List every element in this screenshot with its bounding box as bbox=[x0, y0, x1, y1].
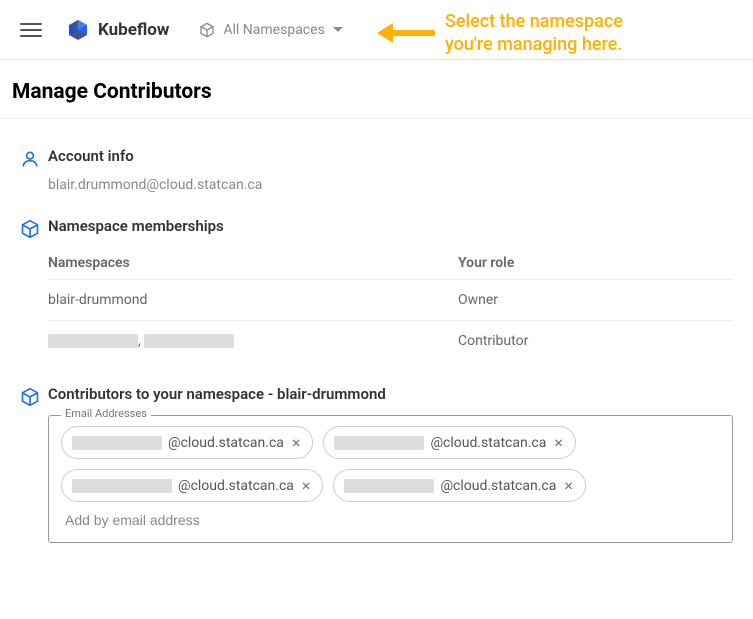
arrow-left-icon bbox=[375, 21, 435, 45]
page-title: Manage Contributors bbox=[0, 60, 753, 118]
cell-namespace: , bbox=[48, 333, 458, 349]
account-title: Account info bbox=[48, 147, 733, 165]
box-icon bbox=[20, 387, 40, 407]
top-bar: Kubeflow All Namespaces Select the names… bbox=[0, 0, 753, 60]
section-contributors: Contributors to your namespace - blair-d… bbox=[0, 377, 753, 559]
close-icon[interactable]: × bbox=[562, 476, 575, 495]
close-icon[interactable]: × bbox=[290, 433, 303, 452]
close-icon[interactable]: × bbox=[552, 433, 565, 452]
email-chip[interactable]: @cloud.statcan.ca × bbox=[61, 469, 323, 502]
email-domain: @cloud.statcan.ca bbox=[178, 478, 294, 494]
table-row: blair-drummondOwner bbox=[48, 279, 733, 320]
email-chip[interactable]: @cloud.statcan.ca × bbox=[333, 469, 585, 502]
col-header-role: Your role bbox=[458, 255, 733, 271]
brand[interactable]: Kubeflow bbox=[66, 18, 169, 42]
add-email-input[interactable] bbox=[61, 502, 720, 530]
email-domain: @cloud.statcan.ca bbox=[440, 478, 556, 494]
col-header-namespaces: Namespaces bbox=[48, 255, 458, 271]
redacted-text bbox=[72, 479, 172, 493]
close-icon[interactable]: × bbox=[300, 476, 313, 495]
box-icon bbox=[20, 219, 40, 239]
cell-namespace: blair-drummond bbox=[48, 292, 458, 308]
redacted-text bbox=[72, 436, 162, 450]
cube-icon bbox=[199, 22, 215, 38]
email-domain: @cloud.statcan.ca bbox=[430, 435, 546, 451]
chip-container: @cloud.statcan.ca×@cloud.statcan.ca×@clo… bbox=[61, 426, 720, 502]
section-memberships: Namespace memberships Namespaces Your ro… bbox=[0, 209, 753, 377]
brand-text: Kubeflow bbox=[98, 20, 169, 40]
kubeflow-logo-icon bbox=[66, 18, 90, 42]
chevron-down-icon bbox=[333, 27, 343, 32]
memberships-title: Namespace memberships bbox=[48, 217, 733, 235]
cell-role: Contributor bbox=[458, 333, 528, 349]
fieldset-legend: Email Addresses bbox=[61, 407, 151, 420]
namespace-selector-label: All Namespaces bbox=[223, 22, 324, 38]
redacted-text bbox=[344, 479, 434, 493]
email-chip[interactable]: @cloud.statcan.ca × bbox=[323, 426, 575, 459]
email-chip[interactable]: @cloud.statcan.ca × bbox=[61, 426, 313, 459]
memberships-table: Namespaces Your role blair-drummondOwner… bbox=[48, 247, 733, 361]
contributors-title: Contributors to your namespace - blair-d… bbox=[48, 385, 733, 403]
email-fieldset: Email Addresses @cloud.statcan.ca×@cloud… bbox=[48, 415, 733, 543]
annotation-line2: you're managing here. bbox=[445, 33, 623, 56]
menu-button[interactable] bbox=[20, 19, 42, 41]
cell-role: Owner bbox=[458, 292, 498, 308]
annotation-callout: Select the namespace you're managing her… bbox=[375, 10, 623, 57]
section-account: Account info blair.drummond@cloud.statca… bbox=[0, 139, 753, 209]
redacted-text bbox=[334, 436, 424, 450]
email-domain: @cloud.statcan.ca bbox=[168, 435, 284, 451]
table-row: , Contributor bbox=[48, 320, 733, 361]
annotation-line1: Select the namespace bbox=[445, 10, 623, 33]
namespace-selector[interactable]: All Namespaces bbox=[199, 22, 342, 38]
account-email: blair.drummond@cloud.statcan.ca bbox=[48, 177, 733, 193]
person-icon bbox=[20, 149, 40, 169]
